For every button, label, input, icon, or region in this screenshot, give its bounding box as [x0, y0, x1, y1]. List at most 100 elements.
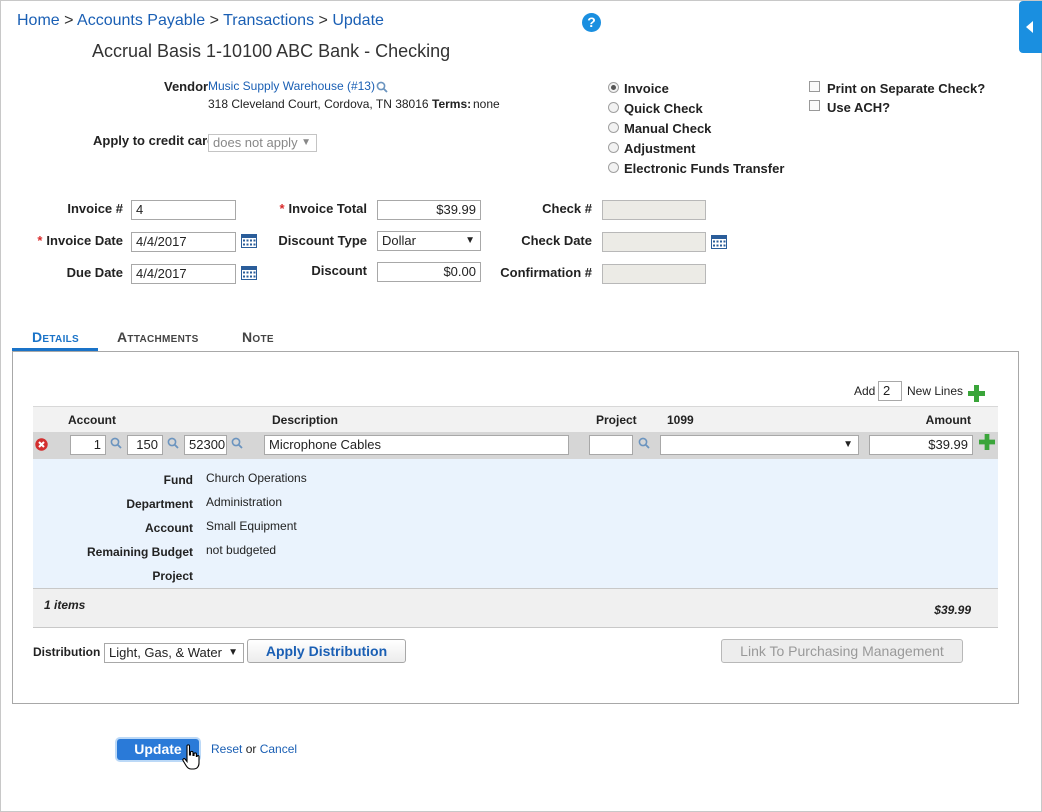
tab-note[interactable]: Note	[242, 329, 274, 345]
add-lines-icon[interactable]	[968, 385, 985, 402]
breadcrumb-transactions[interactable]: Transactions	[223, 12, 314, 29]
search-icon[interactable]	[638, 437, 650, 449]
breadcrumb-home[interactable]: Home	[17, 12, 60, 29]
vendor-search-icon[interactable]	[376, 81, 388, 93]
radio-invoice[interactable]: Invoice	[608, 81, 669, 101]
checkbox-print-separate[interactable]: Print on Separate Check?	[809, 80, 985, 96]
credit-card-value: does not apply	[213, 135, 298, 150]
fund-label: Fund	[163, 473, 193, 487]
checkbox-label: Use ACH?	[827, 100, 891, 115]
search-icon[interactable]	[167, 437, 179, 449]
radio-label: Electronic Funds Transfer	[624, 161, 785, 176]
dropdown-arrow-icon: ▼	[228, 647, 238, 658]
radio-label: Adjustment	[624, 141, 696, 156]
cancel-link[interactable]: Cancel	[260, 742, 297, 756]
check-date-label: Check Date	[521, 233, 592, 248]
account-value: Small Equipment	[206, 519, 297, 533]
tab-details[interactable]: Details	[32, 329, 79, 345]
remaining-budget-value: not budgeted	[206, 543, 277, 557]
help-icon[interactable]: ?	[582, 13, 601, 32]
form-1099-select[interactable]: ▼	[660, 435, 859, 455]
department-value: Administration	[206, 495, 283, 509]
or-text: or	[245, 742, 257, 756]
account-fund-input[interactable]: 1	[70, 435, 106, 455]
dropdown-arrow-icon: ▼	[843, 439, 853, 450]
due-date-input[interactable]: 4/4/2017	[131, 264, 236, 284]
header-account: Account	[68, 413, 116, 427]
radio-adjustment[interactable]: Adjustment	[608, 141, 696, 161]
account-label: Account	[145, 521, 193, 535]
discount-input[interactable]: $0.00	[377, 262, 481, 282]
check-number-label: Check #	[542, 201, 592, 216]
calendar-icon[interactable]	[711, 235, 727, 249]
invoice-number-input[interactable]: 4	[131, 200, 236, 220]
required-mark: *	[279, 201, 285, 216]
distribution-select[interactable]: Light, Gas, & Water ▼	[104, 643, 244, 663]
amount-input[interactable]: $39.99	[869, 435, 973, 455]
vendor-label: Vendor	[164, 79, 209, 94]
dropdown-arrow-icon: ▼	[465, 235, 475, 246]
credit-card-select[interactable]: does not apply ▼	[208, 134, 317, 152]
items-total: $39.99	[934, 603, 971, 617]
new-lines-count-input[interactable]: 2	[878, 381, 902, 401]
vendor-link[interactable]: Music Supply Warehouse (#13)	[208, 79, 375, 93]
tab-attachments[interactable]: Attachments	[117, 329, 199, 345]
chevron-left-icon	[1026, 21, 1033, 33]
radio-button[interactable]	[608, 162, 619, 173]
breadcrumb-accounts-payable[interactable]: Accounts Payable	[77, 12, 205, 29]
radio-button[interactable]	[608, 102, 619, 113]
discount-type-label: Discount Type	[278, 233, 367, 248]
project-input[interactable]	[589, 435, 633, 455]
account-number-input[interactable]: 52300	[184, 435, 227, 455]
checkbox[interactable]	[809, 100, 820, 111]
add-row-icon[interactable]	[979, 434, 995, 450]
discount-label: Discount	[311, 263, 367, 278]
table-row: 1 150 52300 Microphone Cables ▼ $39.99	[33, 432, 998, 459]
reset-link[interactable]: Reset	[211, 742, 242, 756]
breadcrumb-current[interactable]: Update	[332, 12, 384, 29]
radio-quick-check[interactable]: Quick Check	[608, 101, 703, 121]
breadcrumb: Home > Accounts Payable > Transactions >…	[17, 12, 384, 30]
link-purchasing-button[interactable]: Link To Purchasing Management	[721, 639, 963, 663]
breadcrumb-separator: >	[64, 12, 74, 29]
reset-cancel-group: Reset or Cancel	[211, 742, 297, 756]
apply-distribution-button[interactable]: Apply Distribution	[247, 639, 406, 663]
account-department-input[interactable]: 150	[127, 435, 163, 455]
discount-type-select[interactable]: Dollar ▼	[377, 231, 481, 251]
dropdown-arrow-icon: ▼	[301, 137, 311, 148]
add-label: Add	[854, 384, 876, 398]
fund-value: Church Operations	[206, 471, 307, 485]
radio-eft[interactable]: Electronic Funds Transfer	[608, 161, 784, 181]
credit-card-label: Apply to credit card	[93, 133, 216, 148]
vendor-address: 318 Cleveland Court, Cordova, TN 38016	[208, 97, 429, 111]
checkbox[interactable]	[809, 81, 820, 92]
check-number-input[interactable]	[602, 200, 706, 220]
confirmation-label: Confirmation #	[500, 265, 592, 280]
invoice-total-input[interactable]: $39.99	[377, 200, 481, 220]
invoice-date-input[interactable]: 4/4/2017	[131, 232, 236, 252]
radio-button[interactable]	[608, 82, 619, 93]
terms-value: none	[473, 97, 500, 111]
invoice-number-label: Invoice #	[67, 201, 123, 216]
radio-button[interactable]	[608, 122, 619, 133]
distribution-label: Distribution	[33, 645, 101, 659]
remove-row-icon[interactable]	[35, 438, 48, 451]
header-amount: Amount	[925, 413, 971, 427]
check-date-input[interactable]	[602, 232, 706, 252]
invoice-total-label: * Invoice Total	[251, 201, 367, 216]
description-input[interactable]: Microphone Cables	[264, 435, 569, 455]
confirmation-input[interactable]	[602, 264, 706, 284]
search-icon[interactable]	[110, 437, 122, 449]
radio-manual-check[interactable]: Manual Check	[608, 121, 711, 141]
hand-cursor-icon	[182, 744, 200, 770]
radio-label: Quick Check	[624, 101, 703, 116]
terms-label: Terms:	[432, 97, 472, 111]
project-label: Project	[152, 569, 193, 583]
department-label: Department	[126, 497, 193, 511]
checkbox-use-ach[interactable]: Use ACH?	[809, 99, 890, 115]
radio-button[interactable]	[608, 142, 619, 153]
side-panel-toggle[interactable]	[1019, 1, 1042, 53]
radio-label: Manual Check	[624, 121, 712, 136]
search-icon[interactable]	[231, 437, 243, 449]
distribution-value: Light, Gas, & Water	[109, 645, 222, 660]
